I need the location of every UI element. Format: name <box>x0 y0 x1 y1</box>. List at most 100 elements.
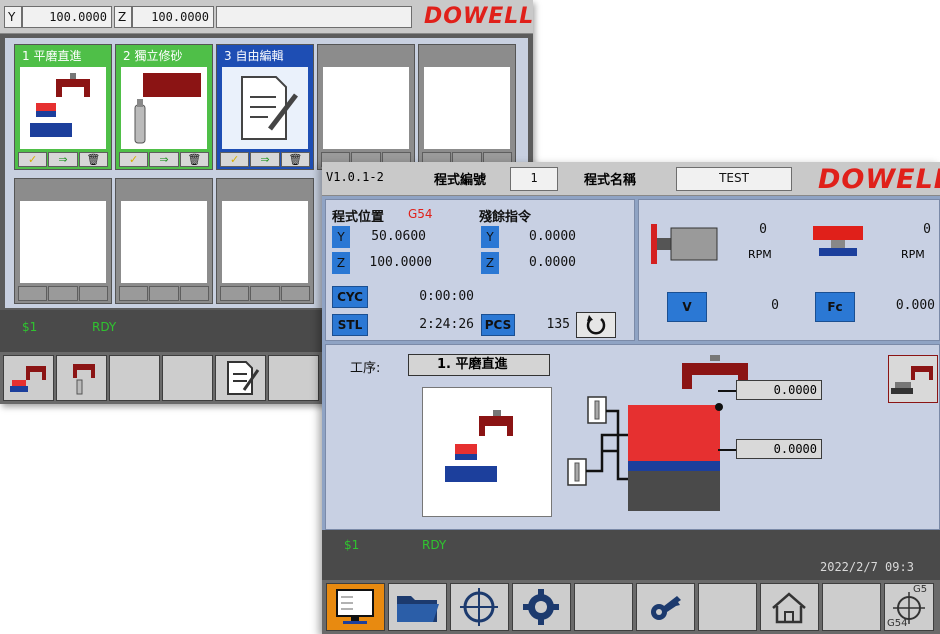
table-motor-icon <box>813 226 863 256</box>
trash-icon[interactable]: 🗑 <box>280 152 310 167</box>
tile-actions <box>119 286 209 301</box>
velocity-value: 0 <box>771 298 779 313</box>
channel-label: $1 <box>344 538 360 552</box>
rem-y-value: 0.0000 <box>529 229 576 244</box>
program-tile-1[interactable]: 1 平磨直進 ✓ ⇒ 🗑 <box>14 44 112 170</box>
arrow-right-icon[interactable]: ⇒ <box>48 152 78 167</box>
tile-actions: ✓ ⇒ 🗑 <box>220 152 310 167</box>
tile-actions <box>18 286 108 301</box>
rem-z-axis: Z <box>481 252 499 274</box>
dressing-icon <box>73 364 95 395</box>
work-offset-key[interactable]: G5 G54 <box>884 583 934 631</box>
tile-title: 2 獨立修砂 <box>119 48 209 64</box>
confirm-icon[interactable]: ✓ <box>220 152 250 167</box>
back-topbar: Y 100.0000 Z 100.0000 DOWELL <box>0 0 533 34</box>
tile-title: 3 自由編輯 <box>220 48 310 64</box>
feed-value: 0.000 <box>895 298 935 313</box>
front-status-bar: $1 RDY 2022/2/7 09:3 <box>322 530 940 582</box>
edit-key[interactable] <box>215 355 266 401</box>
tile-title: 1 平磨直進 <box>18 48 108 64</box>
surface-grind-icon <box>445 410 513 482</box>
arrow-right-icon[interactable]: ⇒ <box>250 152 280 167</box>
dressing-key[interactable] <box>56 355 107 401</box>
reset-icon <box>586 315 606 335</box>
dowell-logo: DOWELL <box>424 4 533 29</box>
spindle2-speed: 0 <box>923 222 931 237</box>
program-tile-4[interactable] <box>317 44 415 170</box>
process-name-field: 1. 平磨直進 <box>408 354 550 376</box>
front-topbar: V1.0.1-2 程式編號 1 程式名稱 TEST DOWELL <box>322 162 940 196</box>
total-time-button[interactable]: STL <box>332 314 368 336</box>
mode-select-button[interactable] <box>888 355 938 403</box>
g54-bottom-label: G54 <box>887 618 908 629</box>
settings-key[interactable] <box>512 583 571 631</box>
spindle2-unit: RPM <box>901 248 925 261</box>
spindle-panel: 0 RPM 0 RPM V 0 Fc 0.000 <box>638 199 940 341</box>
spindle-motor-icon <box>651 224 718 264</box>
output-value-1: 0.0000 <box>736 380 822 400</box>
piece-count-value: 135 <box>546 317 570 332</box>
home-icon <box>772 592 806 624</box>
work-coordinate-label: G54 <box>408 207 433 221</box>
program-number-label: 程式編號 <box>434 173 487 188</box>
out1-leader <box>718 390 738 392</box>
fkey-9[interactable] <box>822 583 881 631</box>
monitor-key[interactable] <box>326 583 385 631</box>
remaining-command-label: 殘餘指令 <box>479 210 532 225</box>
feed-button[interactable]: Fc <box>815 292 855 322</box>
surface-grind-icon <box>20 67 106 149</box>
cycle-time-value: 0:00:00 <box>419 289 474 304</box>
program-tile-3[interactable]: 3 自由編輯 ✓ ⇒ 🗑 <box>216 44 314 170</box>
front-function-keys: G5 G54 <box>322 580 940 634</box>
surface-grind-key[interactable] <box>3 355 54 401</box>
program-name-label: 程式名稱 <box>584 173 637 188</box>
ready-status: RDY <box>92 320 117 334</box>
key-icon <box>651 596 681 620</box>
cycle-time-button[interactable]: CYC <box>332 286 368 308</box>
trash-icon[interactable]: 🗑 <box>78 152 108 167</box>
piece-count-button[interactable]: PCS <box>481 314 515 336</box>
trash-icon[interactable]: 🗑 <box>179 152 209 167</box>
rem-y-axis: Y <box>481 226 499 248</box>
program-tile-6[interactable] <box>14 178 112 304</box>
position-panel: 程式位置 G54 殘餘指令 Y 50.0600 Z 100.0000 Y 0.0… <box>325 199 635 341</box>
y-axis-label: Y <box>4 6 22 28</box>
monitor-window: V1.0.1-2 程式編號 1 程式名稱 TEST DOWELL 程式位置 G5… <box>322 162 940 634</box>
tile-actions: ✓ ⇒ 🗑 <box>18 152 108 167</box>
process-panel: 工序: 1. 平磨直進 0.0000 0.0000 <box>325 344 940 530</box>
confirm-icon[interactable]: ✓ <box>18 152 48 167</box>
fkey-4[interactable] <box>162 355 213 401</box>
fkey-5[interactable] <box>574 583 633 631</box>
program-tile-5[interactable] <box>418 44 516 170</box>
edit-document-icon <box>222 67 308 149</box>
pos-y-axis: Y <box>332 226 350 248</box>
rem-z-value: 0.0000 <box>529 255 576 270</box>
process-preview <box>422 387 552 517</box>
crosshair-icon <box>460 588 498 626</box>
reset-count-button[interactable] <box>576 312 616 338</box>
home-key[interactable] <box>760 583 819 631</box>
fkey-7[interactable] <box>698 583 757 631</box>
program-name-field: TEST <box>676 167 792 191</box>
coordinate-key[interactable] <box>450 583 509 631</box>
file-key[interactable] <box>388 583 447 631</box>
program-tile-7[interactable] <box>115 178 213 304</box>
empty-slot <box>121 201 207 283</box>
datetime: 2022/2/7 09:3 <box>820 560 914 574</box>
y-position-value: 100.0000 <box>22 6 112 28</box>
confirm-icon[interactable]: ✓ <box>119 152 149 167</box>
program-tile-8[interactable] <box>216 178 314 304</box>
program-tile-2[interactable]: 2 獨立修砂 ✓ ⇒ 🗑 <box>115 44 213 170</box>
fkey-3[interactable] <box>109 355 160 401</box>
arrow-right-icon[interactable]: ⇒ <box>149 152 179 167</box>
fkey-6[interactable] <box>268 355 319 401</box>
out2-leader <box>718 449 738 451</box>
surface-grind-icon <box>891 366 933 394</box>
folder-icon <box>397 596 439 622</box>
velocity-button[interactable]: V <box>667 292 707 322</box>
empty-slot <box>323 67 409 149</box>
g54-top-label: G5 <box>913 584 928 595</box>
pos-z-axis: Z <box>332 252 350 274</box>
key-lock-key[interactable] <box>636 583 695 631</box>
spindle1-unit: RPM <box>748 248 772 261</box>
